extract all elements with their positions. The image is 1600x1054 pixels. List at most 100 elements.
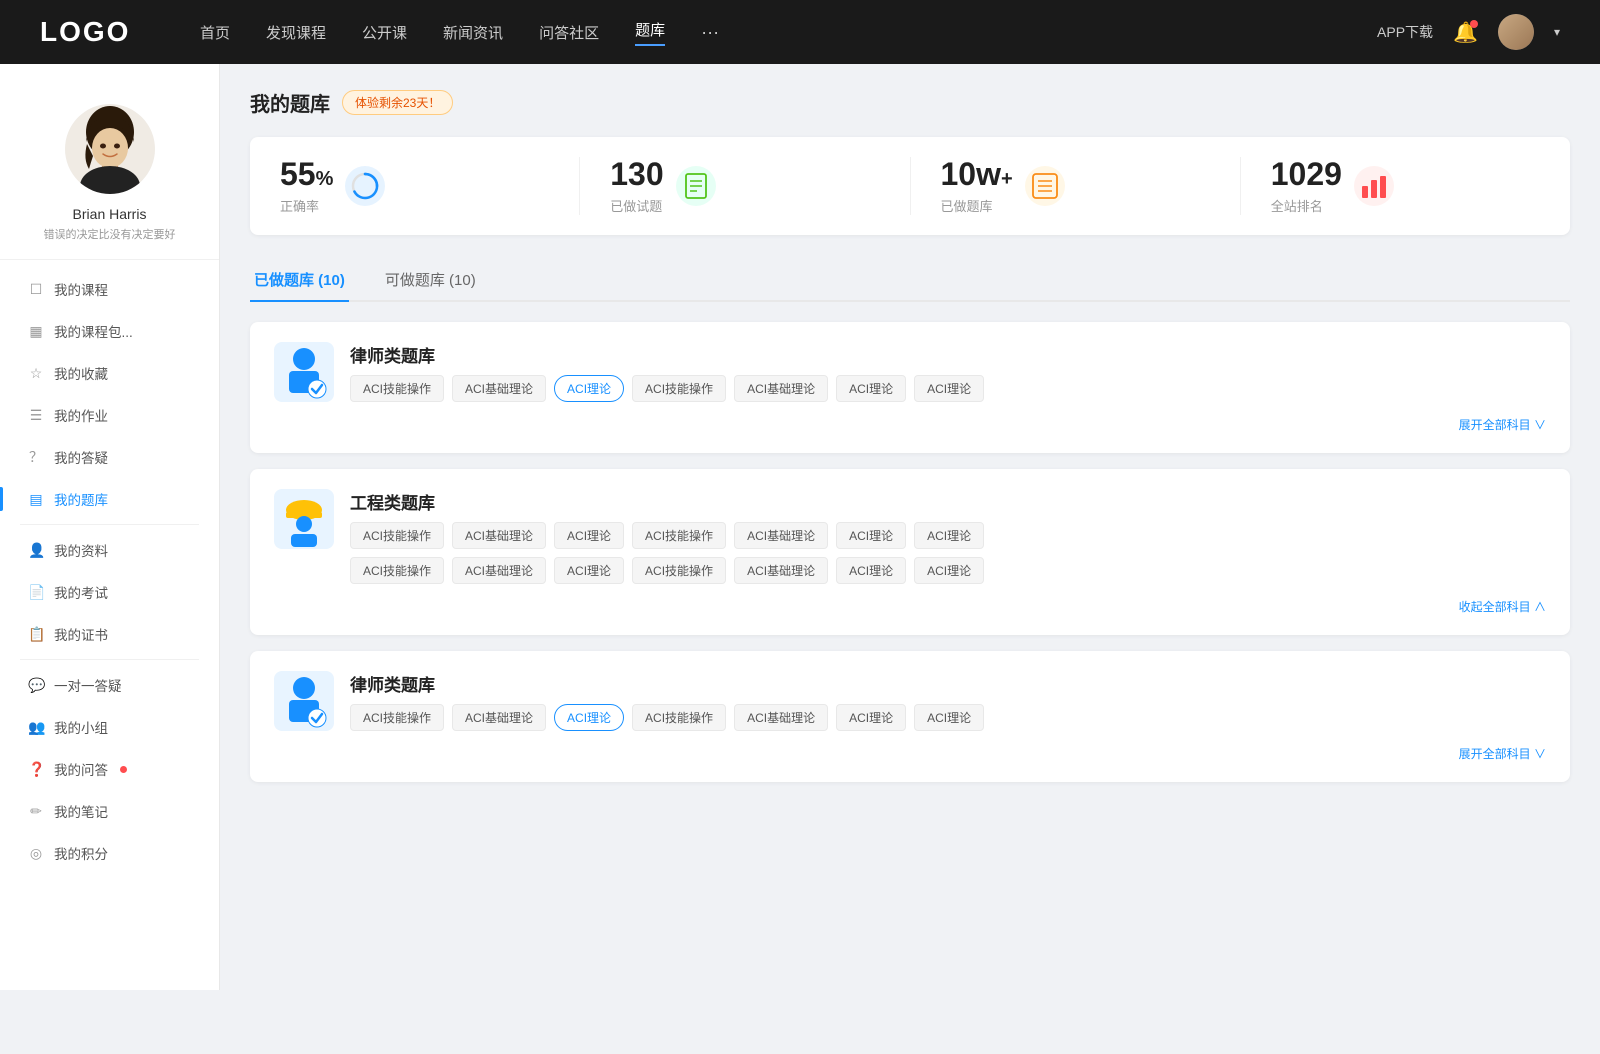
sidebar: Brian Harris 错误的决定比没有决定要好 ☐ 我的课程 ▦ 我的课程包… [0,64,220,990]
tag-3-6[interactable]: ACI理论 [836,704,906,731]
page-wrapper: Brian Harris 错误的决定比没有决定要好 ☐ 我的课程 ▦ 我的课程包… [0,64,1600,990]
sidebar-item-qa[interactable]: ？ 我的答疑 [0,436,219,478]
nav-link-home[interactable]: 首页 [200,22,230,43]
nav-link-news[interactable]: 新闻资讯 [443,22,503,43]
avatar[interactable] [1498,14,1534,50]
document-icon [682,172,710,200]
tag-2-1-3[interactable]: ACI理论 [554,522,624,549]
tag-2-2-7[interactable]: ACI理论 [914,557,984,584]
stat-accuracy-label: 正确率 [280,196,333,215]
nav-more-button[interactable]: ··· [701,22,719,43]
notes-icon: ✏ [28,803,44,820]
sidebar-item-qbank[interactable]: ▤ 我的题库 [0,478,219,520]
tag-2-2-5[interactable]: ACI基础理论 [734,557,828,584]
sidebar-item-exams[interactable]: 📄 我的考试 [0,571,219,613]
sidebar-item-certificates[interactable]: 📋 我的证书 [0,613,219,655]
bell-button[interactable]: 🔔 [1453,20,1478,45]
tag-2-2-4[interactable]: ACI技能操作 [632,557,726,584]
sidebar-item-materials[interactable]: 👤 我的资料 [0,529,219,571]
tag-1-6[interactable]: ACI理论 [836,375,906,402]
qbank-footer-1: 展开全部科目 ∨ [274,416,1546,433]
sidebar-profile: Brian Harris 错误的决定比没有决定要好 [0,84,219,260]
qbank-tags-2-row2: ACI技能操作 ACI基础理论 ACI理论 ACI技能操作 ACI基础理论 AC… [350,557,1546,584]
sidebar-item-course-package[interactable]: ▦ 我的课程包... [0,310,219,352]
qbank-title-1: 律师类题库 [350,342,1546,367]
points-icon: ◎ [28,845,44,862]
favorites-icon: ☆ [28,365,44,382]
expand-link-3[interactable]: 展开全部科目 ∨ [1459,745,1546,762]
tag-1-2[interactable]: ACI基础理论 [452,375,546,402]
tag-3-1[interactable]: ACI技能操作 [350,704,444,731]
stat-done-questions-label: 已做试题 [610,196,663,215]
stat-done-banks-label: 已做题库 [941,196,1013,215]
pie-chart-icon [350,171,380,201]
trial-badge: 体验剩余23天！ [342,90,453,115]
sidebar-item-notes[interactable]: ✏ 我的笔记 [0,790,219,832]
tag-2-1-4[interactable]: ACI技能操作 [632,522,726,549]
tag-3-3[interactable]: ACI理论 [554,704,624,731]
nav-link-qa[interactable]: 问答社区 [539,22,599,43]
sidebar-item-homework[interactable]: ☰ 我的作业 [0,394,219,436]
sidebar-item-favorites[interactable]: ☆ 我的收藏 [0,352,219,394]
sidebar-item-label: 一对一答疑 [54,675,122,695]
cert-icon: 📋 [28,626,44,643]
tag-2-1-6[interactable]: ACI理论 [836,522,906,549]
exams-icon: 📄 [28,584,44,601]
tag-1-5[interactable]: ACI基础理论 [734,375,828,402]
tag-3-7[interactable]: ACI理论 [914,704,984,731]
tab-available-banks[interactable]: 可做题库 (10) [381,259,480,300]
tutor-icon: 💬 [28,677,44,694]
qbank-icon: ▤ [28,491,44,508]
tag-2-2-3[interactable]: ACI理论 [554,557,624,584]
stat-done-banks-value: 10w+ [941,157,1013,192]
qbank-tags-3: ACI技能操作 ACI基础理论 ACI理论 ACI技能操作 ACI基础理论 AC… [350,704,1546,731]
tag-1-7[interactable]: ACI理论 [914,375,984,402]
groups-icon: 👥 [28,719,44,736]
tag-2-1-5[interactable]: ACI基础理论 [734,522,828,549]
nav-link-qbank[interactable]: 题库 [635,19,665,46]
tag-2-2-2[interactable]: ACI基础理论 [452,557,546,584]
tag-3-5[interactable]: ACI基础理论 [734,704,828,731]
sidebar-item-label: 我的小组 [54,717,108,737]
course-package-icon: ▦ [28,323,44,340]
expand-link-1[interactable]: 展开全部科目 ∨ [1459,416,1546,433]
tag-2-1-7[interactable]: ACI理论 [914,522,984,549]
profile-avatar [65,104,155,194]
stat-accuracy-text: 55% 正确率 [280,157,333,215]
tag-2-1-1[interactable]: ACI技能操作 [350,522,444,549]
engineer-icon-svg [279,492,329,547]
tag-1-1[interactable]: ACI技能操作 [350,375,444,402]
tag-1-3[interactable]: ACI理论 [554,375,624,402]
page-header: 我的题库 体验剩余23天！ [250,88,1570,117]
stat-ranking-text: 1029 全站排名 [1271,157,1342,215]
stats-row: 55% 正确率 130 已做试 [250,137,1570,235]
sidebar-item-label: 我的题库 [54,489,108,509]
nav-link-opencourse[interactable]: 公开课 [362,22,407,43]
sidebar-item-tutor[interactable]: 💬 一对一答疑 [0,664,219,706]
qbank-header-3: 律师类题库 ACI技能操作 ACI基础理论 ACI理论 ACI技能操作 ACI基… [274,671,1546,731]
stat-ranking-label: 全站排名 [1271,196,1342,215]
sidebar-item-points[interactable]: ◎ 我的积分 [0,832,219,874]
nav-right: APP下载 🔔 ▾ [1377,14,1560,50]
qbank-footer-3: 展开全部科目 ∨ [274,745,1546,762]
sidebar-item-label: 我的作业 [54,405,108,425]
tag-2-2-1[interactable]: ACI技能操作 [350,557,444,584]
my-courses-icon: ☐ [28,281,44,298]
sidebar-item-my-qa[interactable]: ❓ 我的问答 [0,748,219,790]
qa-notification-dot [120,766,127,773]
tab-done-banks[interactable]: 已做题库 (10) [250,259,349,300]
sidebar-item-groups[interactable]: 👥 我的小组 [0,706,219,748]
nav-link-discover[interactable]: 发现课程 [266,22,326,43]
tag-3-2[interactable]: ACI基础理论 [452,704,546,731]
sidebar-item-my-courses[interactable]: ☐ 我的课程 [0,268,219,310]
tag-3-4[interactable]: ACI技能操作 [632,704,726,731]
collapse-link-2[interactable]: 收起全部科目 ∧ [1459,598,1546,615]
page-title: 我的题库 [250,88,330,117]
tag-1-4[interactable]: ACI技能操作 [632,375,726,402]
logo: LOGO [40,16,140,48]
homework-icon: ☰ [28,407,44,424]
tag-2-1-2[interactable]: ACI基础理论 [452,522,546,549]
nav-dropdown-arrow-icon[interactable]: ▾ [1554,25,1560,39]
app-download-button[interactable]: APP下载 [1377,22,1433,42]
tag-2-2-6[interactable]: ACI理论 [836,557,906,584]
